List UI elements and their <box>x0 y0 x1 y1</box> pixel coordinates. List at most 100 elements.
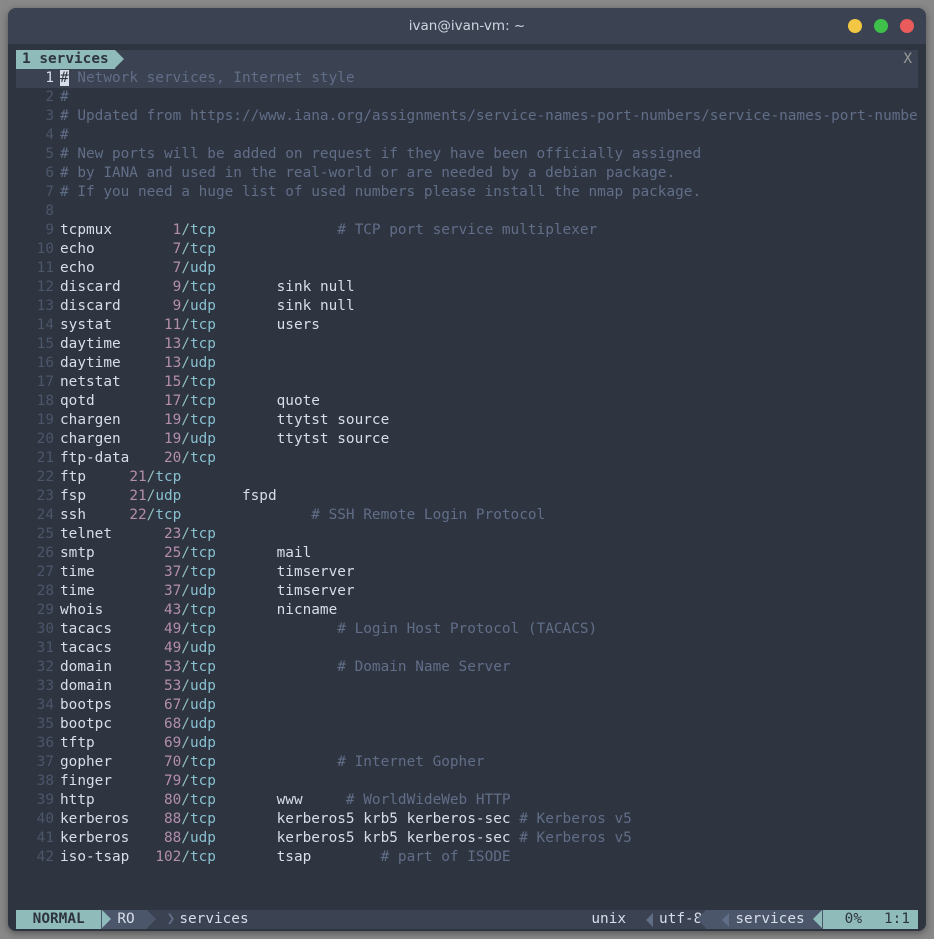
line-content: # <box>60 88 918 107</box>
line-content: echo 7/udp <box>60 259 918 278</box>
line-content: discard 9/tcp sink null <box>60 278 918 297</box>
editor-line: 40kerberos 88/tcp kerberos5 krb5 kerbero… <box>16 810 918 829</box>
editor-line: 17netstat 15/tcp <box>16 373 918 392</box>
line-number: 32 <box>16 658 60 677</box>
line-content: kerberos 88/udp kerberos5 krb5 kerberos-… <box>60 829 918 848</box>
editor-line: 38finger 79/tcp <box>16 772 918 791</box>
editor-line: 28time 37/udp timserver <box>16 582 918 601</box>
line-content: finger 79/tcp <box>60 772 918 791</box>
editor-line: 15daytime 13/tcp <box>16 335 918 354</box>
line-number: 9 <box>16 221 60 240</box>
line-number: 40 <box>16 810 60 829</box>
line-number: 12 <box>16 278 60 297</box>
cursor: # <box>60 70 69 86</box>
maximize-icon[interactable] <box>874 19 888 33</box>
editor-line: 24ssh 22/tcp # SSH Remote Login Protocol <box>16 506 918 525</box>
editor-line: 18qotd 17/tcp quote <box>16 392 918 411</box>
window-title: ivan@ivan-vm: ~ <box>409 18 525 34</box>
editor-line: 32domain 53/tcp # Domain Name Server <box>16 658 918 677</box>
editor-line: 1# Network services, Internet style <box>16 69 918 88</box>
line-content: http 80/tcp www # WorldWideWeb HTTP <box>60 791 918 810</box>
tab-index: 1 <box>22 50 31 69</box>
line-number: 33 <box>16 677 60 696</box>
terminal-area[interactable]: 1 services X 1# Network services, Intern… <box>8 44 926 931</box>
editor-line: 21ftp-data 20/tcp <box>16 449 918 468</box>
line-number: 19 <box>16 411 60 430</box>
titlebar[interactable]: ivan@ivan-vm: ~ <box>8 8 926 44</box>
line-number: 13 <box>16 297 60 316</box>
tab-name: services <box>39 50 108 69</box>
status-filetype: services <box>706 910 822 929</box>
line-content: discard 9/udp sink null <box>60 297 918 316</box>
line-number: 25 <box>16 525 60 544</box>
line-number: 42 <box>16 848 60 867</box>
line-content: domain 53/tcp # Domain Name Server <box>60 658 918 677</box>
editor-line: 20chargen 19/udp ttytst source <box>16 430 918 449</box>
editor-line: 35bootpc 68/udp <box>16 715 918 734</box>
status-filename: ❯services <box>147 910 257 929</box>
editor-line: 31tacacs 49/udp <box>16 639 918 658</box>
line-number: 28 <box>16 582 60 601</box>
status-percent: 0% <box>823 910 876 929</box>
line-content: systat 11/tcp users <box>60 316 918 335</box>
status-encoding: utf-8 <box>630 910 706 929</box>
line-number: 23 <box>16 487 60 506</box>
line-number: 35 <box>16 715 60 734</box>
line-content: time 37/udp timserver <box>60 582 918 601</box>
line-content: # New ports will be added on request if … <box>60 145 918 164</box>
minimize-icon[interactable] <box>848 19 862 33</box>
editor-line: 13discard 9/udp sink null <box>16 297 918 316</box>
editor-line: 6# by IANA and used in the real-world or… <box>16 164 918 183</box>
tab-services[interactable]: 1 services <box>16 50 115 69</box>
line-content: whois 43/tcp nicname <box>60 601 918 620</box>
editor-line: 41kerberos 88/udp kerberos5 krb5 kerbero… <box>16 829 918 848</box>
line-content: time 37/tcp timserver <box>60 563 918 582</box>
line-content: tacacs 49/tcp # Login Host Protocol (TAC… <box>60 620 918 639</box>
editor-line: 29whois 43/tcp nicname <box>16 601 918 620</box>
line-content: daytime 13/tcp <box>60 335 918 354</box>
line-content: ftp 21/tcp <box>60 468 918 487</box>
line-number: 7 <box>16 183 60 202</box>
editor-line: 9tcpmux 1/tcp # TCP port service multipl… <box>16 221 918 240</box>
line-number: 3 <box>16 107 60 126</box>
editor-line: 4# <box>16 126 918 145</box>
tab-close-button[interactable]: X <box>897 50 918 69</box>
editor-line: 25telnet 23/tcp <box>16 525 918 544</box>
line-content: domain 53/udp <box>60 677 918 696</box>
editor-line: 33domain 53/udp <box>16 677 918 696</box>
line-number: 38 <box>16 772 60 791</box>
editor-line: 23fsp 21/udp fspd <box>16 487 918 506</box>
editor-line: 3# Updated from https://www.iana.org/ass… <box>16 107 918 126</box>
line-number: 27 <box>16 563 60 582</box>
line-content: # by IANA and used in the real-world or … <box>60 164 918 183</box>
line-number: 20 <box>16 430 60 449</box>
line-content: # Network services, Internet style <box>60 69 918 88</box>
line-content: bootpc 68/udp <box>60 715 918 734</box>
editor-line: 8 <box>16 202 918 221</box>
line-number: 18 <box>16 392 60 411</box>
vim-tabline: 1 services X <box>16 50 918 69</box>
line-content: telnet 23/tcp <box>60 525 918 544</box>
editor-line: 5# New ports will be added on request if… <box>16 145 918 164</box>
editor-content[interactable]: 1# Network services, Internet style2#3# … <box>16 69 918 910</box>
line-content <box>60 202 918 221</box>
line-number: 34 <box>16 696 60 715</box>
line-number: 41 <box>16 829 60 848</box>
line-number: 14 <box>16 316 60 335</box>
editor-line: 42iso-tsap 102/tcp tsap # part of ISODE <box>16 848 918 867</box>
line-number: 16 <box>16 354 60 373</box>
line-content: # If you need a huge list of used number… <box>60 183 918 202</box>
status-position: 1:1 <box>876 910 918 929</box>
line-content: tftp 69/udp <box>60 734 918 753</box>
status-mode: NORMAL <box>16 910 101 929</box>
line-content: ftp-data 20/tcp <box>60 449 918 468</box>
line-number: 10 <box>16 240 60 259</box>
line-content: tcpmux 1/tcp # TCP port service multiple… <box>60 221 918 240</box>
line-content: smtp 25/tcp mail <box>60 544 918 563</box>
editor-line: 7# If you need a huge list of used numbe… <box>16 183 918 202</box>
line-number: 24 <box>16 506 60 525</box>
line-content: iso-tsap 102/tcp tsap # part of ISODE <box>60 848 918 867</box>
close-icon[interactable] <box>900 19 914 33</box>
line-number: 2 <box>16 88 60 107</box>
editor-line: 22ftp 21/tcp <box>16 468 918 487</box>
